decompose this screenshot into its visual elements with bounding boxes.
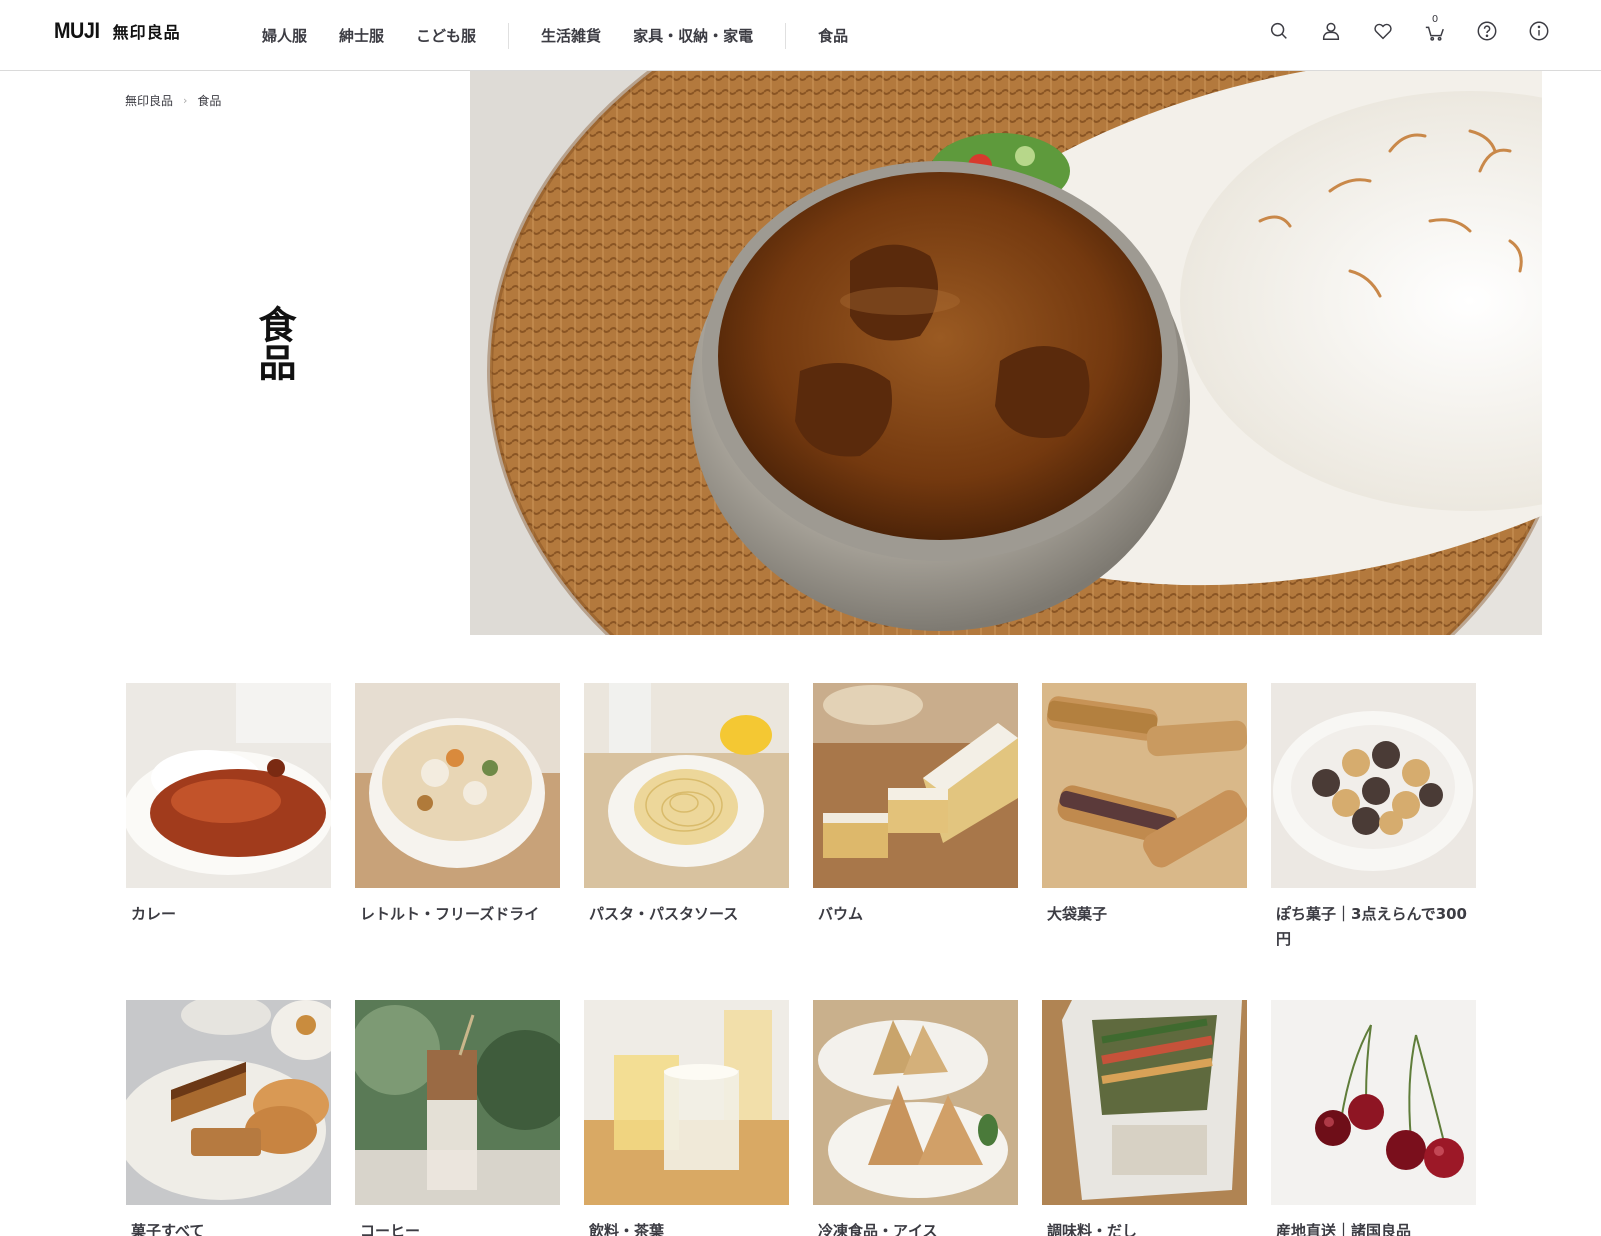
logo-japanese-text: 無印良品 — [112, 23, 181, 42]
info-icon[interactable] — [1525, 17, 1553, 45]
nav-household[interactable]: 生活雑貨 — [525, 25, 617, 46]
help-icon[interactable] — [1473, 17, 1501, 45]
category-card-all-sweets[interactable]: 菓子すべて — [126, 1000, 331, 1236]
category-label: 飲料・茶葉 — [589, 1222, 665, 1236]
category-image-baum — [813, 683, 1018, 888]
category-label: コーヒー — [360, 1222, 421, 1236]
nav-food[interactable]: 食品 — [802, 25, 864, 46]
muji-logo[interactable]: MUJI 無印良品 — [54, 17, 181, 45]
category-card-curry[interactable]: カレー — [126, 683, 331, 927]
cart-count: 0 — [1431, 14, 1439, 25]
account-icon[interactable] — [1317, 17, 1345, 45]
category-card-baum[interactable]: バウム — [813, 683, 1018, 927]
category-label: 冷凍食品・アイス — [818, 1222, 938, 1236]
category-image-curry — [126, 683, 331, 888]
category-image-big-bag-snacks — [1042, 683, 1247, 888]
breadcrumb-current: 食品 — [197, 94, 222, 108]
breadcrumb-home[interactable]: 無印良品 — [125, 92, 173, 109]
category-image-coffee — [355, 1000, 560, 1205]
category-image-seasoning — [1042, 1000, 1247, 1205]
category-image-pochi-snacks — [1271, 683, 1476, 888]
chevron-right-icon: › — [183, 94, 188, 107]
category-label: バウム — [818, 905, 864, 923]
category-card-frozen-ice[interactable]: 冷凍食品・アイス — [813, 1000, 1018, 1236]
category-image-pasta — [584, 683, 789, 888]
category-image-retort — [355, 683, 560, 888]
nav-mens[interactable]: 紳士服 — [323, 25, 400, 46]
category-card-regional-goods[interactable]: 産地直送｜諸国良品 — [1271, 1000, 1476, 1236]
header-icons: 0 — [1265, 0, 1553, 62]
site-header: MUJI 無印良品 婦人服 紳士服 こども服 生活雑貨 家具・収納・家電 食品 … — [0, 0, 1601, 71]
cart-icon[interactable]: 0 — [1421, 14, 1449, 45]
category-card-big-bag-snacks[interactable]: 大袋菓子 — [1042, 683, 1247, 927]
nav-kids[interactable]: こども服 — [400, 25, 492, 46]
category-card-retort[interactable]: レトルト・フリーズドライ — [355, 683, 560, 927]
category-card-pasta[interactable]: パスタ・パスタソース — [584, 683, 789, 927]
favorite-heart-icon[interactable] — [1369, 17, 1397, 45]
category-label: 調味料・だし — [1047, 1222, 1138, 1236]
category-label: ぽち菓子｜3点えらんで300円 — [1276, 905, 1467, 948]
search-icon[interactable] — [1265, 17, 1293, 45]
category-image-regional-goods — [1271, 1000, 1476, 1205]
breadcrumb: 無印良品 › 食品 — [125, 92, 221, 109]
category-image-all-sweets — [126, 1000, 331, 1205]
category-label: 大袋菓子 — [1047, 905, 1108, 923]
category-card-coffee[interactable]: コーヒー — [355, 1000, 560, 1236]
category-card-pochi-snacks[interactable]: ぽち菓子｜3点えらんで300円 — [1271, 683, 1476, 952]
category-label: レトルト・フリーズドライ — [360, 905, 540, 923]
nav-divider — [785, 22, 787, 49]
category-card-drinks-tea[interactable]: 飲料・茶葉 — [584, 1000, 789, 1236]
hero-image-curry — [470, 71, 1542, 635]
page-title: 食品 — [252, 305, 296, 381]
nav-furniture[interactable]: 家具・収納・家電 — [617, 25, 769, 46]
nav-womens[interactable]: 婦人服 — [246, 25, 323, 46]
category-label: パスタ・パスタソース — [589, 905, 739, 923]
main-nav: 婦人服 紳士服 こども服 生活雑貨 家具・収納・家電 食品 — [246, 0, 864, 71]
category-image-drinks-tea — [584, 1000, 789, 1205]
category-label: 産地直送｜諸国良品 — [1276, 1222, 1412, 1236]
category-label: カレー — [131, 905, 177, 923]
logo-muji-text: MUJI — [54, 18, 100, 43]
category-card-seasoning[interactable]: 調味料・だし — [1042, 1000, 1247, 1236]
category-image-frozen-ice — [813, 1000, 1018, 1205]
category-label: 菓子すべて — [131, 1222, 205, 1236]
nav-divider — [508, 22, 510, 49]
